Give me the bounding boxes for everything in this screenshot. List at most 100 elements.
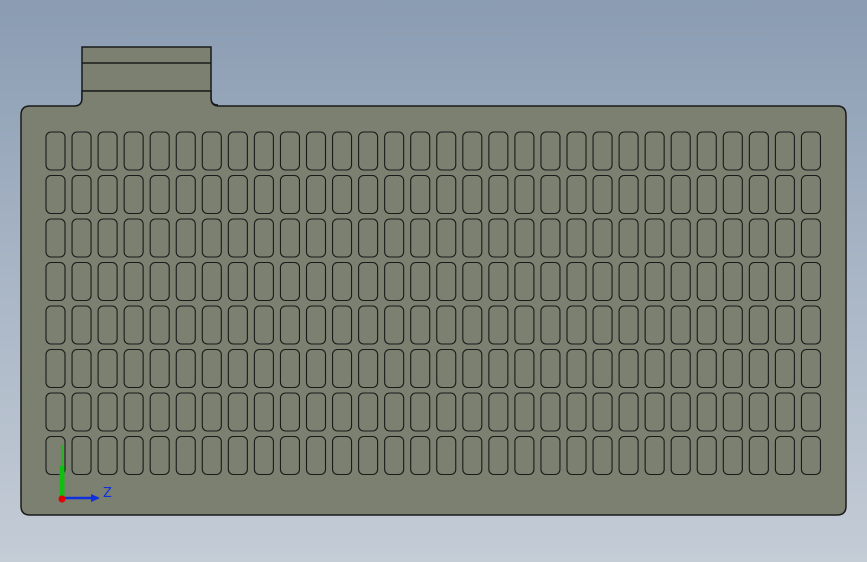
slot-hole xyxy=(201,392,222,432)
slot-hole xyxy=(618,218,639,258)
slot-hole xyxy=(175,131,196,171)
slot-hole xyxy=(514,174,535,215)
slot-hole xyxy=(410,174,431,215)
slot-hole xyxy=(305,131,327,171)
slot-hole xyxy=(618,348,639,389)
slot-hole xyxy=(514,131,535,171)
slot-hole xyxy=(45,218,66,258)
slot-hole xyxy=(800,305,822,345)
slot-hole xyxy=(201,131,222,171)
slot-hole xyxy=(514,392,535,432)
slot-hole xyxy=(514,348,535,389)
slot-hole xyxy=(722,348,743,389)
slot-hole xyxy=(462,435,483,476)
slot-hole xyxy=(227,131,248,171)
slot-hole xyxy=(670,218,691,258)
slot-hole xyxy=(279,348,301,389)
slot-hole xyxy=(670,261,691,302)
slot-hole xyxy=(644,392,665,432)
slot-hole xyxy=(149,131,170,171)
slot-hole xyxy=(774,305,795,345)
slot-hole xyxy=(227,218,248,258)
slot-hole xyxy=(592,348,613,389)
slot-hole xyxy=(279,131,301,171)
slot-hole xyxy=(722,435,743,476)
slot-hole xyxy=(97,261,118,302)
slot-hole xyxy=(227,348,248,389)
slot-hole xyxy=(71,218,92,258)
slot-hole xyxy=(566,348,587,389)
slot-hole xyxy=(670,392,691,432)
slot-hole xyxy=(514,435,535,476)
slot-hole xyxy=(149,348,170,389)
slot-hole xyxy=(384,305,405,345)
slot-hole xyxy=(618,174,639,215)
slot-hole xyxy=(462,348,483,389)
slot-hole xyxy=(227,435,248,476)
slot-hole xyxy=(97,392,118,432)
slot-hole xyxy=(227,174,248,215)
slot-hole xyxy=(279,392,301,432)
slot-hole xyxy=(800,348,822,389)
slot-hole xyxy=(488,348,509,389)
slot-hole xyxy=(201,435,222,476)
slot-hole xyxy=(123,435,144,476)
slot-hole xyxy=(384,435,405,476)
slot-hole xyxy=(279,218,301,258)
slot-hole xyxy=(722,305,743,345)
slot-hole xyxy=(45,348,66,389)
z-axis-label: Z xyxy=(103,486,112,501)
slot-hole xyxy=(722,131,743,171)
slot-hole xyxy=(748,131,769,171)
slot-hole xyxy=(592,174,613,215)
slot-hole xyxy=(279,435,301,476)
slot-hole xyxy=(566,174,587,215)
slot-hole xyxy=(696,131,717,171)
slot-hole xyxy=(71,174,92,215)
slot-hole xyxy=(488,131,509,171)
slot-hole xyxy=(436,261,457,302)
slot-hole xyxy=(800,174,822,215)
slot-hole xyxy=(592,305,613,345)
perforated-plate-part[interactable] xyxy=(20,46,847,516)
slot-hole xyxy=(384,174,405,215)
slot-hole xyxy=(97,348,118,389)
slot-hole xyxy=(436,392,457,432)
cad-viewport[interactable]: Z xyxy=(0,0,867,562)
slot-hole xyxy=(774,261,795,302)
slot-hole xyxy=(253,348,274,389)
slot-hole xyxy=(540,174,561,215)
slot-hole xyxy=(149,261,170,302)
slot-hole xyxy=(696,218,717,258)
slot-hole xyxy=(462,131,483,171)
slot-hole xyxy=(462,174,483,215)
slot-hole xyxy=(436,174,457,215)
slot-hole xyxy=(305,348,327,389)
slot-hole xyxy=(201,348,222,389)
slot-hole xyxy=(800,131,822,171)
slot-hole xyxy=(514,218,535,258)
slot-hole xyxy=(175,174,196,215)
slot-hole xyxy=(670,131,691,171)
slot-hole xyxy=(436,218,457,258)
slot-hole xyxy=(45,174,66,215)
slot-hole xyxy=(175,392,196,432)
slot-hole xyxy=(800,435,822,476)
slot-hole xyxy=(201,305,222,345)
slot-hole xyxy=(722,218,743,258)
slot-hole xyxy=(566,218,587,258)
slot-hole xyxy=(774,174,795,215)
slot-hole xyxy=(410,435,431,476)
slot-hole xyxy=(696,305,717,345)
slot-hole xyxy=(462,392,483,432)
slot-hole xyxy=(410,392,431,432)
slot-hole xyxy=(227,392,248,432)
slot-hole xyxy=(305,218,327,258)
slot-hole xyxy=(253,435,274,476)
slot-hole xyxy=(331,131,353,171)
slot-hole xyxy=(253,218,274,258)
slot-hole xyxy=(175,435,196,476)
slot-hole xyxy=(123,131,144,171)
slot-hole xyxy=(644,261,665,302)
slot-hole xyxy=(71,131,92,171)
